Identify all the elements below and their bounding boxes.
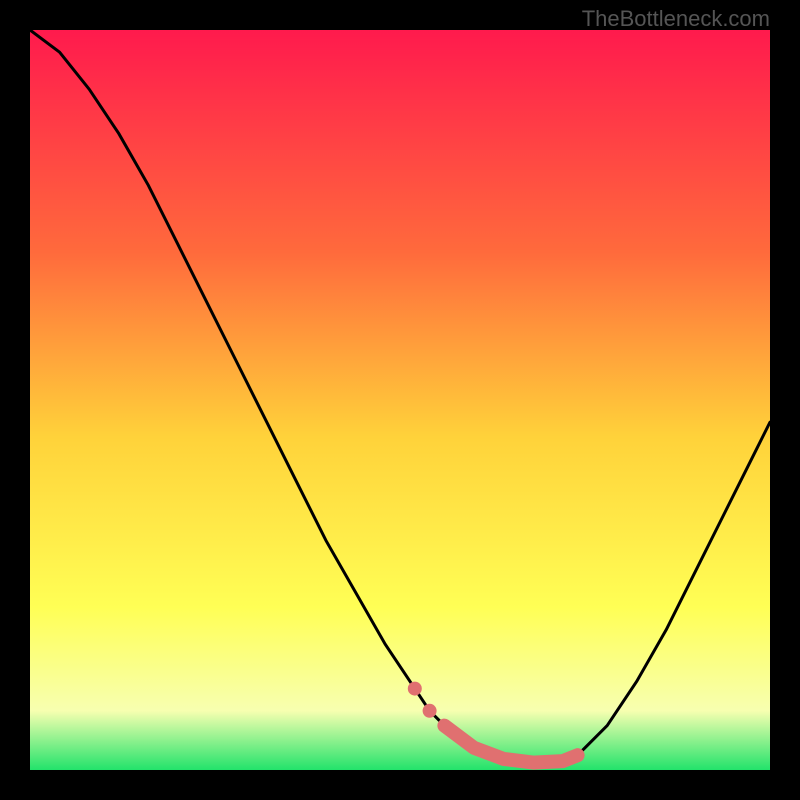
bottleneck-curve — [30, 30, 770, 763]
plot-area — [30, 30, 770, 770]
optimal-zone-highlight — [444, 726, 577, 763]
highlight-dot-2 — [423, 704, 437, 718]
curve-layer — [30, 30, 770, 770]
chart-frame: TheBottleneck.com — [0, 0, 800, 800]
watermark-text: TheBottleneck.com — [582, 6, 770, 32]
highlight-dot-1 — [408, 682, 422, 696]
